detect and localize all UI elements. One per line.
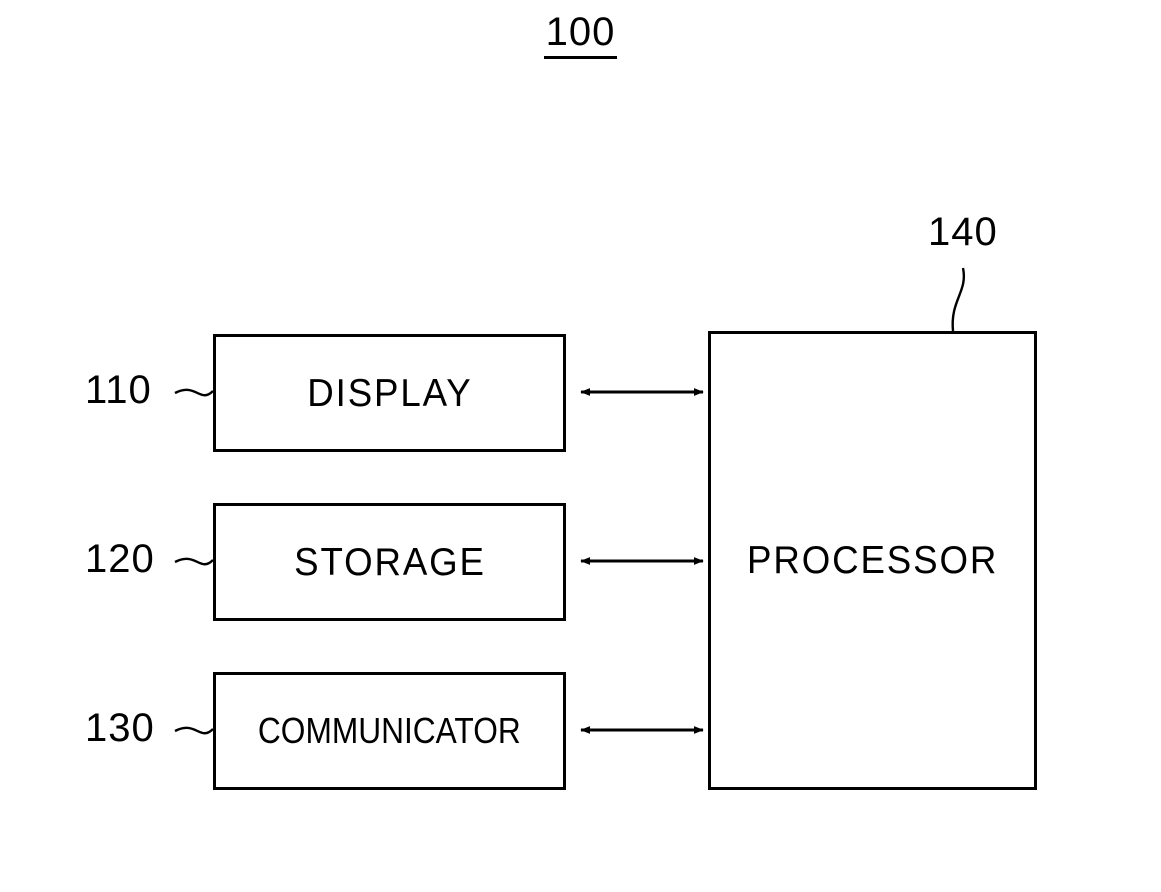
block-communicator-label: COMMUNICATOR	[258, 710, 521, 751]
block-processor-label: PROCESSOR	[746, 539, 999, 582]
block-display-label: DISPLAY	[306, 371, 473, 415]
patent-figure: 100 DISPLAY STORAGE COMMUNICATOR PROCESS…	[0, 0, 1161, 892]
figure-number: 100	[0, 12, 1161, 59]
block-storage-label: STORAGE	[293, 540, 486, 584]
block-processor: PROCESSOR	[708, 331, 1041, 794]
reference-numeral-processor: 140	[928, 210, 998, 254]
leader-line-communicator	[174, 726, 214, 735]
leader-line-storage	[174, 557, 214, 566]
reference-numeral-communicator: 130	[85, 706, 155, 750]
leader-line-processor	[951, 267, 966, 332]
figure-number-text: 100	[543, 12, 618, 59]
reference-numeral-storage: 120	[85, 537, 155, 581]
block-communicator: COMMUNICATOR	[213, 672, 570, 794]
leader-line-display	[174, 388, 214, 397]
block-storage: STORAGE	[213, 503, 570, 625]
block-display: DISPLAY	[213, 334, 570, 456]
reference-numeral-display: 110	[85, 368, 152, 412]
